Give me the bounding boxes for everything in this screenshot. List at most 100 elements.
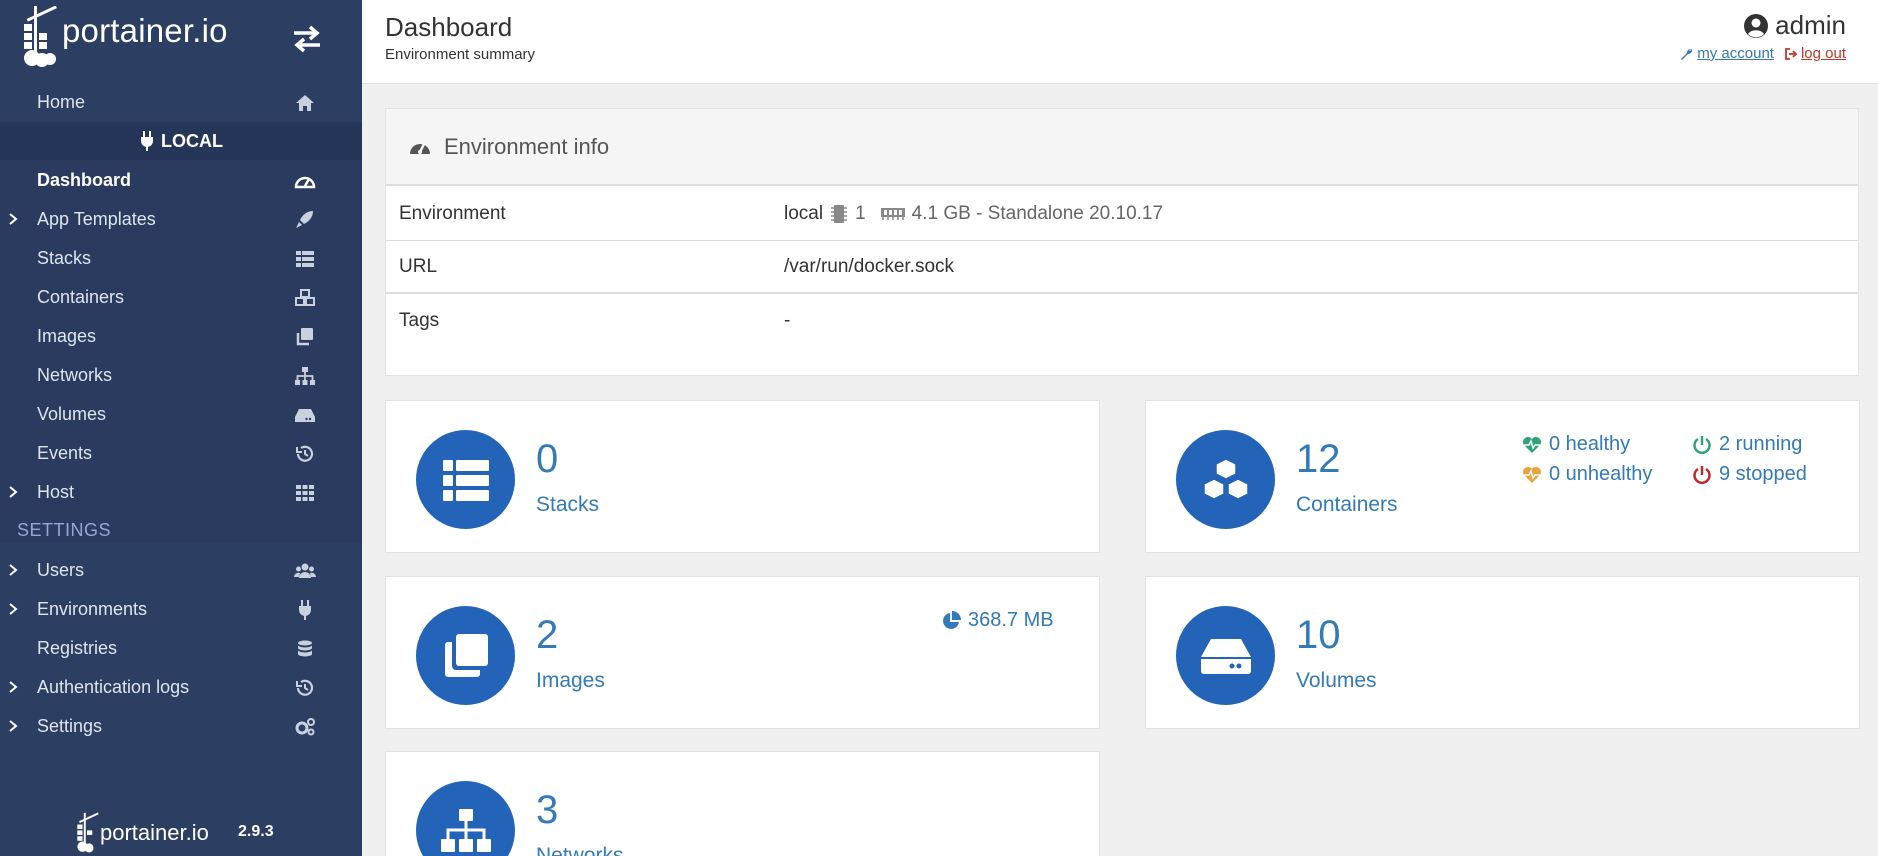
th-icon <box>296 485 314 501</box>
sitemap-icon <box>440 808 491 852</box>
sidebar-item-label: Networks <box>37 365 113 385</box>
networks-count: 3 <box>536 788 559 832</box>
images-card[interactable]: 2 Images 368.7 MB <box>385 576 1100 729</box>
stacks-card[interactable]: 0 Stacks <box>385 400 1100 553</box>
environment-value: local 1 4.1 GB - Standalone 20.10.17 <box>784 203 1163 225</box>
chevron-right-icon <box>9 720 18 732</box>
sidebar-item-label: Authentication logs <box>37 677 190 697</box>
sidebar-brand: portainer.io <box>0 0 362 84</box>
sidebar-item-host[interactable]: Host <box>0 473 362 512</box>
sidebar-item-dashboard[interactable]: Dashboard <box>0 161 362 200</box>
tags-row: Tags - <box>386 295 1858 348</box>
brand-name: portainer.io <box>62 12 228 49</box>
sidebar-item-app-templates[interactable]: App Templates <box>0 200 362 239</box>
sidebar-item-events[interactable]: Events <box>0 434 362 473</box>
plug-icon <box>140 131 154 151</box>
sidebar-item-users[interactable]: Users <box>0 551 362 590</box>
chevron-right-icon <box>9 486 18 498</box>
history-icon <box>296 679 314 696</box>
stacks-label: Stacks <box>536 493 600 516</box>
containers-card[interactable]: 12 Containers 0 healthy 0 unhealthy 2 ru… <box>1145 400 1860 553</box>
containers-count: 12 <box>1296 437 1341 481</box>
sidebar-item-label: Images <box>37 326 97 346</box>
url-key: URL <box>399 256 438 277</box>
images-icon-circle <box>416 606 515 705</box>
sidebar-item-containers[interactable]: Containers <box>0 278 362 317</box>
sidebar-item-registries[interactable]: Registries <box>0 629 362 668</box>
chevron-right-icon <box>9 681 18 693</box>
sidebar-item-stacks[interactable]: Stacks <box>0 239 362 278</box>
footer-brand: portainer.io <box>100 820 209 845</box>
volumes-count: 10 <box>1296 613 1341 657</box>
environment-info-header: Environment info <box>386 109 1858 186</box>
environment-info-panel: Environment info Environment local 1 4.1… <box>385 108 1859 376</box>
volumes-card[interactable]: 10 Volumes <box>1145 576 1860 729</box>
cubes-icon <box>295 289 315 306</box>
page-title: Dashboard <box>385 12 513 42</box>
chevron-right-icon <box>9 603 18 615</box>
portainer-logo-icon <box>77 812 99 853</box>
plug-icon <box>298 600 312 620</box>
chevron-right-icon <box>9 213 18 225</box>
history-icon <box>296 445 314 462</box>
sidebar-item-label: Registries <box>37 638 118 658</box>
memory-and-type: 4.1 GB - Standalone 20.10.17 <box>911 203 1164 224</box>
environment-info-title: Environment info <box>444 133 610 159</box>
hdd-icon <box>1200 638 1251 674</box>
environment-indicator: LOCAL <box>0 122 362 160</box>
cubes-icon <box>1202 457 1249 500</box>
sidebar-item-label: Environments <box>37 599 148 619</box>
clone-icon <box>444 633 488 677</box>
networks-icon-circle <box>416 781 515 856</box>
user-name: admin <box>1680 10 1846 41</box>
log-out-link[interactable]: log out <box>1784 45 1846 62</box>
sidebar-item-networks[interactable]: Networks <box>0 356 362 395</box>
sidebar-item-label: App Templates <box>37 209 156 229</box>
stacks-icon-circle <box>416 430 515 529</box>
sidebar-item-home[interactable]: Home <box>0 83 362 122</box>
images-count: 2 <box>536 613 559 657</box>
sidebar-item-volumes[interactable]: Volumes <box>0 395 362 434</box>
url-row: URL /var/run/docker.sock <box>386 241 1858 294</box>
environment-name: local <box>784 203 824 224</box>
sidebar-item-authentication-logs[interactable]: Authentication logs <box>0 668 362 707</box>
sitemap-icon <box>295 367 315 385</box>
my-account-link[interactable]: my account <box>1680 45 1774 62</box>
stacks-count: 0 <box>536 437 559 481</box>
tachometer-icon <box>294 176 316 189</box>
networks-card[interactable]: 3 Networks <box>385 751 1100 856</box>
power-off-icon <box>1693 465 1711 484</box>
stopped-count: 9 stopped <box>1692 463 1807 486</box>
networks-label: Networks <box>536 844 624 856</box>
clone-icon <box>296 328 313 346</box>
memory-icon <box>880 208 905 220</box>
sidebar-item-environments[interactable]: Environments <box>0 590 362 629</box>
tags-value: - <box>784 310 791 331</box>
url-value: /var/run/docker.sock <box>784 256 955 277</box>
version-label: 2.9.3 <box>238 823 274 840</box>
user-circle-icon <box>1744 13 1769 38</box>
containers-label: Containers <box>1296 493 1398 516</box>
sidebar-item-images[interactable]: Images <box>0 317 362 356</box>
sidebar-item-label: Events <box>37 443 93 463</box>
portainer-logo-icon <box>24 6 57 67</box>
tachometer-icon <box>410 142 430 154</box>
sidebar-item-label: Users <box>37 560 85 580</box>
microchip-icon <box>831 205 848 223</box>
settings-heading: SETTINGS <box>17 520 112 540</box>
images-label: Images <box>536 669 605 692</box>
toggle-sidebar-icon[interactable] <box>290 24 324 54</box>
tags-key: Tags <box>399 310 440 331</box>
heartbeat-icon <box>1523 466 1541 483</box>
rocket-icon <box>296 211 313 228</box>
user-menu: admin my account log out <box>1680 10 1846 62</box>
running-count: 2 running <box>1692 433 1802 456</box>
page-subtitle: Environment summary <box>385 46 536 63</box>
sidebar-item-settings[interactable]: Settings <box>0 707 362 746</box>
sidebar-item-label: Dashboard <box>37 170 132 190</box>
pie-chart-icon <box>943 610 961 629</box>
sidebar-item-label: Settings <box>37 716 103 736</box>
cogs-icon <box>295 718 315 736</box>
sidebar-footer: portainer.io 2.9.3 <box>0 808 362 856</box>
environment-key: Environment <box>399 203 506 224</box>
